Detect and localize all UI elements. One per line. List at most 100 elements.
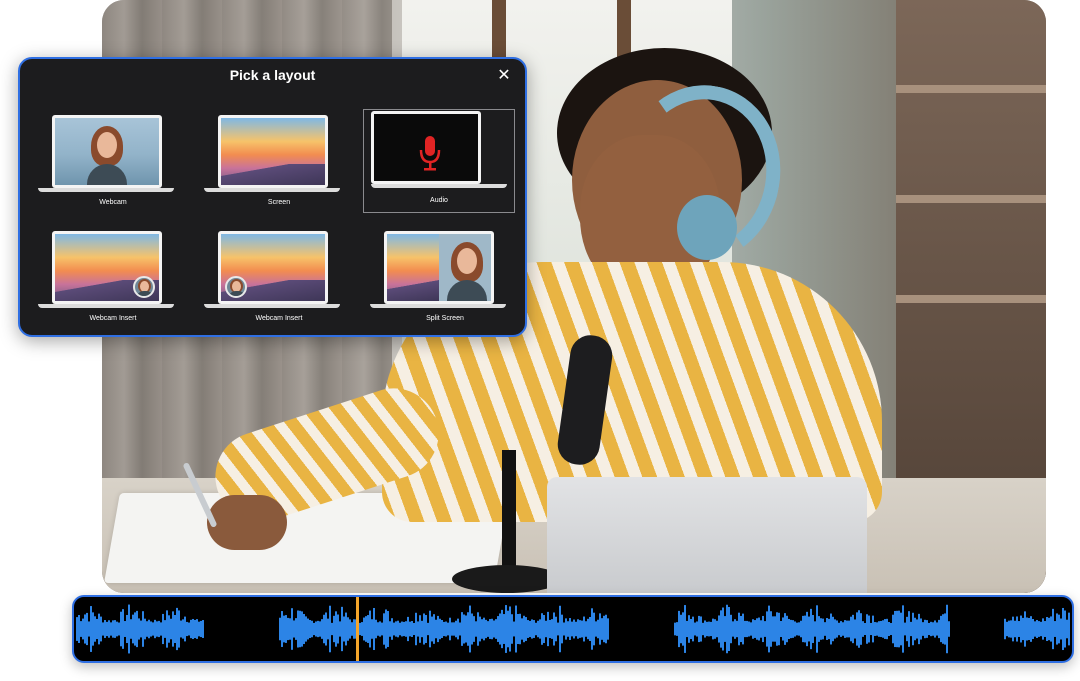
waveform-sample — [790, 619, 792, 639]
waveform-sample — [802, 615, 804, 643]
waveform-sample — [890, 622, 892, 636]
waveform-sample — [447, 622, 449, 636]
waveform-sample — [539, 619, 541, 639]
waveform-sample — [1026, 617, 1028, 641]
waveform-sample — [854, 619, 856, 639]
waveform-sample — [822, 618, 824, 640]
waveform-sample — [603, 615, 605, 643]
waveform-sample — [738, 612, 740, 646]
waveform-sample — [168, 615, 170, 643]
waveform-sample — [409, 621, 411, 637]
waveform-sample — [932, 622, 934, 636]
waveform-sample — [124, 621, 126, 637]
waveform-sample — [461, 612, 463, 646]
waveform-sample — [325, 612, 327, 646]
waveform-sample — [728, 607, 730, 651]
waveform-sample — [511, 614, 513, 644]
waveform-sample — [1062, 607, 1064, 651]
waveform-sample — [708, 621, 710, 637]
waveform-sample — [597, 619, 599, 639]
layout-option-webcam[interactable]: Webcam — [38, 111, 188, 213]
waveform-sample — [1030, 616, 1032, 642]
waveform-sample — [365, 616, 367, 642]
waveform-sample — [533, 620, 535, 638]
waveform-sample — [870, 622, 872, 636]
layout-option-screen[interactable]: Screen — [204, 111, 354, 213]
waveform-sample — [301, 611, 303, 647]
waveform-sample — [557, 622, 559, 636]
waveform-sample — [369, 610, 371, 648]
waveform-sample — [559, 605, 561, 653]
waveform-sample — [912, 612, 914, 646]
waveform-sample — [788, 618, 790, 640]
waveform-sample — [132, 614, 134, 644]
waveform-sample — [838, 622, 840, 636]
waveform-sample — [1044, 621, 1046, 637]
waveform-sample — [1038, 621, 1040, 637]
waveform-sample — [319, 621, 321, 637]
audio-waveform-timeline[interactable] — [72, 595, 1074, 663]
waveform-sample — [858, 610, 860, 648]
waveform-sample — [944, 613, 946, 645]
waveform-sample — [513, 621, 515, 637]
waveform-sample — [411, 621, 413, 637]
waveform-sample — [415, 612, 417, 646]
waveform-sample — [164, 620, 166, 638]
waveform-sample — [792, 620, 794, 638]
waveform-sample — [184, 616, 186, 642]
waveform-sample — [720, 610, 722, 648]
waveform-sample — [810, 608, 812, 650]
dialog-title: Pick a layout — [229, 67, 316, 83]
waveform-sample — [583, 616, 585, 642]
layout-option-split-screen[interactable]: Split Screen — [370, 227, 520, 329]
waveform-sample — [828, 618, 830, 640]
waveform-sample — [321, 619, 323, 639]
close-icon[interactable]: ✕ — [495, 67, 513, 85]
waveform-sample — [180, 620, 182, 638]
waveform-sample — [569, 618, 571, 640]
waveform-sample — [696, 621, 698, 637]
waveform-sample — [678, 610, 680, 648]
waveform-sample — [431, 616, 433, 642]
waveform-sample — [758, 617, 760, 641]
waveform-sample — [864, 622, 866, 636]
waveform-sample — [581, 620, 583, 638]
waveform-sample — [814, 621, 816, 637]
waveform-sample — [834, 619, 836, 639]
waveform-sample — [740, 615, 742, 643]
waveform-sample — [774, 616, 776, 642]
waveform-sample — [162, 613, 164, 645]
layout-label: Split Screen — [426, 315, 464, 322]
waveform-sample — [804, 615, 806, 643]
waveform-sample — [194, 619, 196, 639]
waveform-sample — [495, 619, 497, 639]
waveform-graphic — [76, 604, 1070, 654]
waveform-sample — [1058, 614, 1060, 644]
waveform-sample — [200, 620, 202, 638]
waveform-sample — [489, 619, 491, 639]
laptop-thumbnail — [52, 231, 162, 304]
waveform-sample — [96, 618, 98, 640]
waveform-sample — [403, 621, 405, 637]
waveform-sample — [158, 620, 160, 638]
layout-option-webcam-insert-right[interactable]: Webcam Insert — [38, 227, 188, 329]
waveform-sample — [465, 615, 467, 643]
waveform-sample — [455, 620, 457, 638]
waveform-sample — [142, 611, 144, 647]
waveform-sample — [872, 615, 874, 643]
waveform-sample — [349, 619, 351, 639]
waveform-sample — [920, 618, 922, 640]
waveform-sample — [746, 620, 748, 638]
waveform-sample — [1034, 621, 1036, 637]
waveform-sample — [688, 615, 690, 643]
waveform-sample — [88, 621, 90, 637]
waveform-sample — [1016, 616, 1018, 642]
waveform-sample — [732, 621, 734, 637]
waveform-sample — [782, 617, 784, 641]
layout-option-audio[interactable]: Audio — [363, 109, 515, 213]
waveform-sample — [166, 610, 168, 648]
waveform-sample — [1018, 621, 1020, 637]
waveform-sample — [730, 614, 732, 644]
playhead[interactable] — [356, 597, 359, 661]
layout-option-webcam-insert-left[interactable]: Webcam Insert — [204, 227, 354, 329]
